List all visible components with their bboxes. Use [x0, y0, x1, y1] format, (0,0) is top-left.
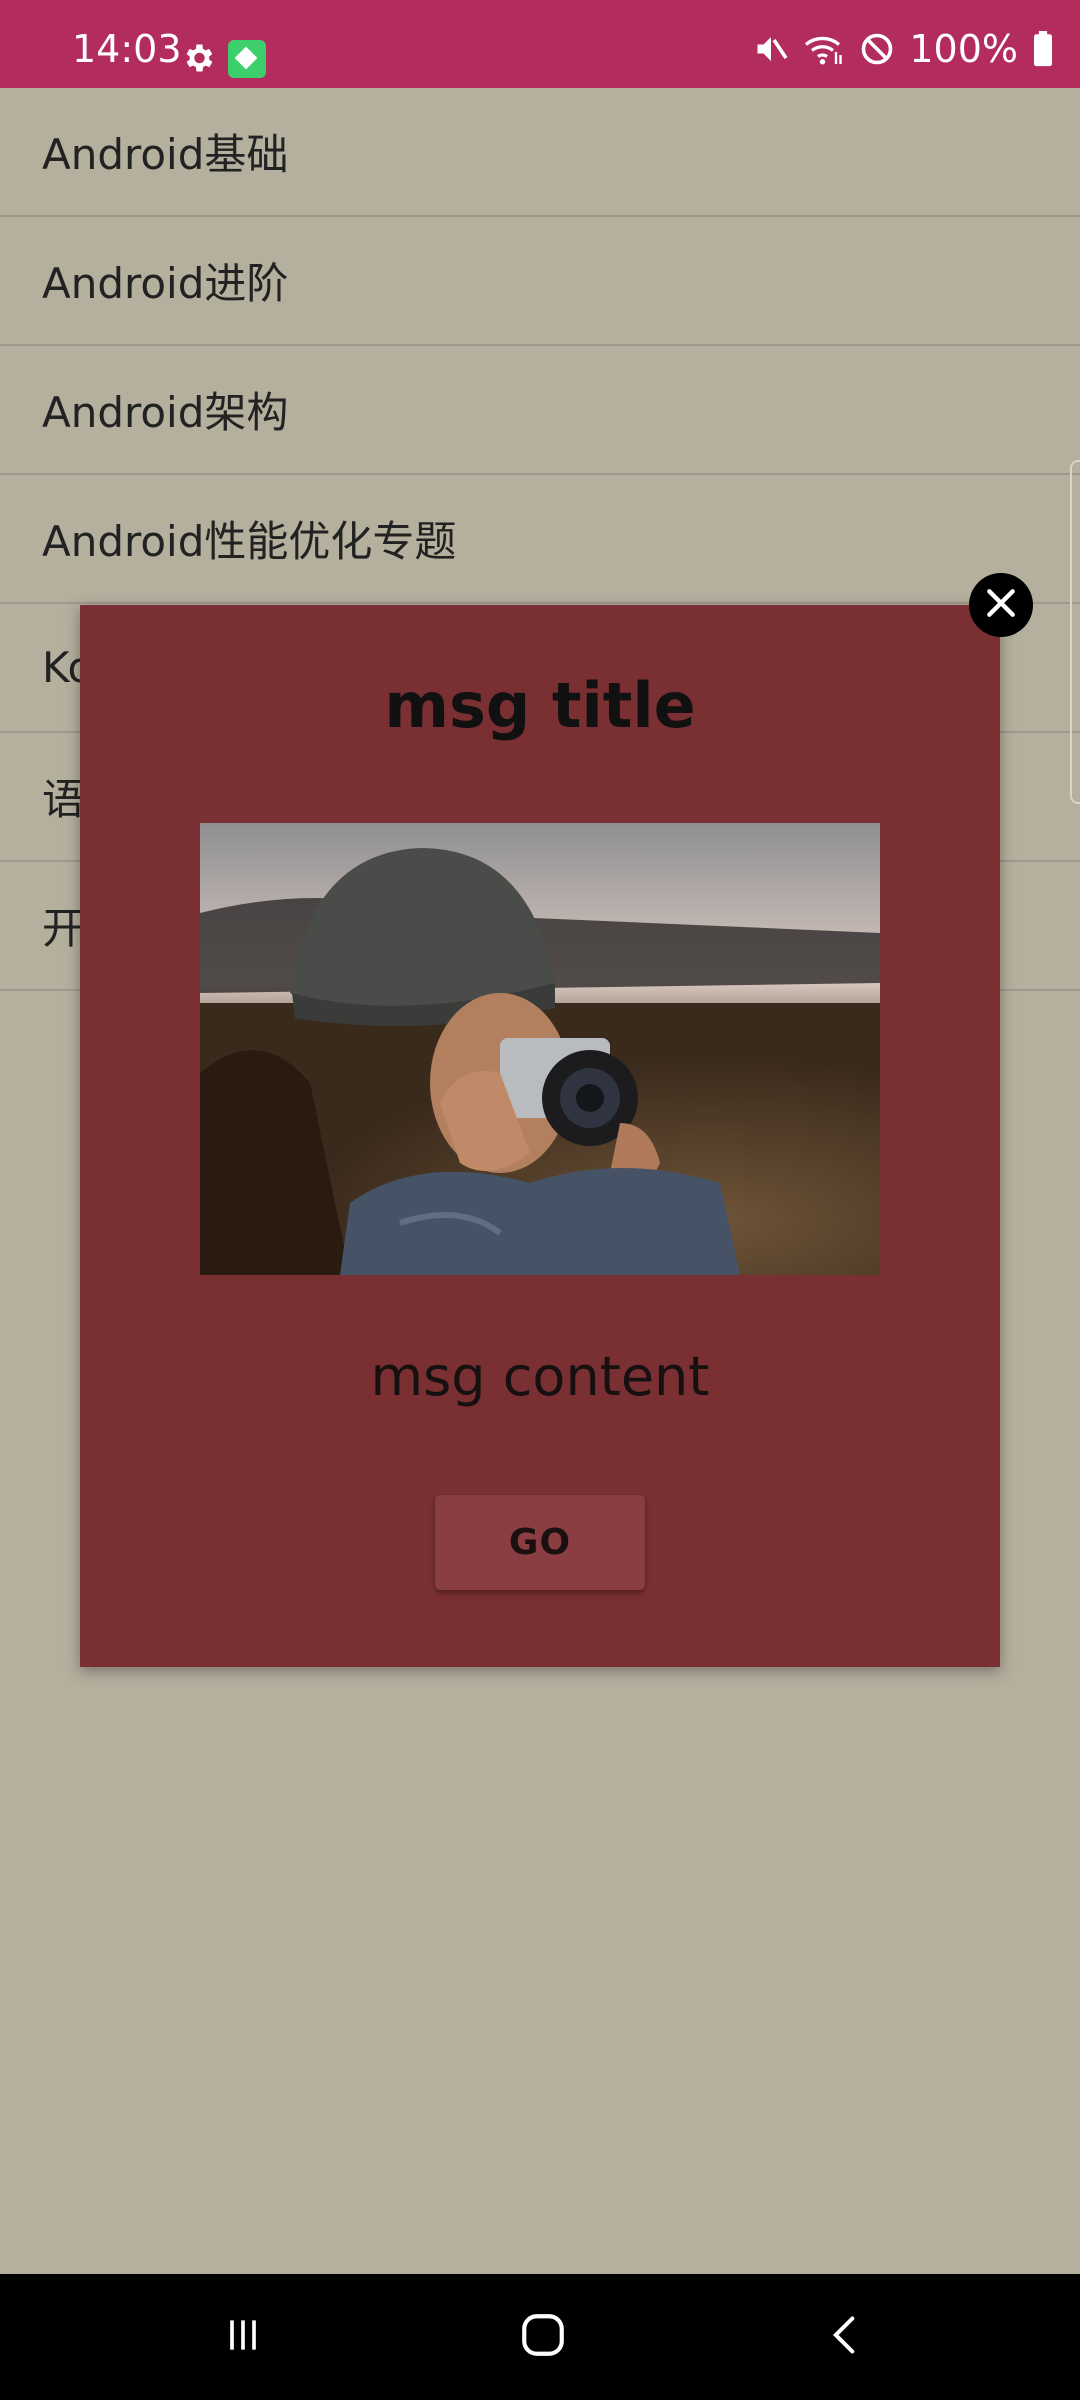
- close-button[interactable]: [969, 573, 1033, 637]
- list-item[interactable]: Android基础: [0, 88, 1080, 217]
- do-not-disturb-icon: [859, 31, 895, 67]
- status-time: 14:03: [72, 27, 182, 71]
- go-button[interactable]: GO: [435, 1495, 645, 1590]
- back-button[interactable]: [765, 2274, 925, 2400]
- navigation-bar: [0, 2274, 1080, 2400]
- close-icon: [981, 583, 1021, 627]
- recent-apps-icon: [221, 2313, 265, 2361]
- dialog-photo-image: [200, 823, 880, 1275]
- dialog-title: msg title: [384, 669, 696, 742]
- back-icon: [823, 2313, 867, 2361]
- list-item[interactable]: Android架构: [0, 346, 1080, 475]
- dialog-content: msg content: [370, 1345, 710, 1408]
- list-item[interactable]: Android性能优化专题: [0, 475, 1080, 604]
- recent-apps-button[interactable]: [163, 2274, 323, 2400]
- gear-icon: [180, 40, 216, 80]
- battery-icon: [1032, 31, 1054, 67]
- status-bar: 14:03 100%: [0, 0, 1080, 88]
- mute-icon: [753, 31, 789, 67]
- wifi-icon: [803, 31, 845, 67]
- scroll-indicator[interactable]: [1070, 460, 1080, 804]
- battery-percent: 100%: [909, 27, 1018, 71]
- home-button[interactable]: [463, 2274, 623, 2400]
- list-item[interactable]: Android进阶: [0, 217, 1080, 346]
- app-notification-icon: [228, 40, 266, 78]
- home-icon: [518, 2310, 568, 2364]
